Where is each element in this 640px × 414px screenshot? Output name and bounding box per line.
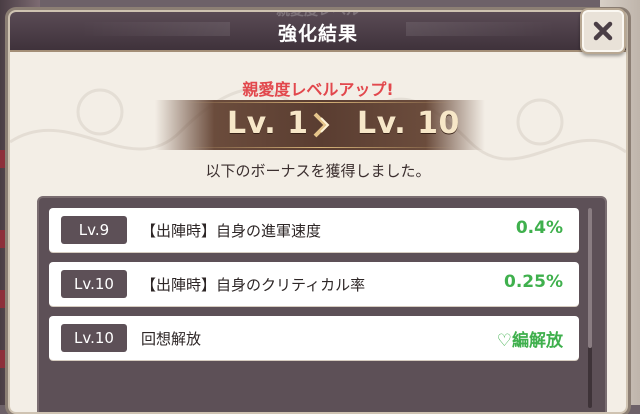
bonus-row: Lv.10 【出陣時】自身のクリティカル率 0.25% — [49, 262, 579, 306]
close-icon — [593, 21, 613, 41]
close-button[interactable] — [580, 8, 626, 54]
level-change-banner: Lv. 1 Lv. 10 — [155, 100, 485, 150]
bonus-level-badge: Lv.9 — [61, 216, 127, 244]
bonus-list[interactable]: Lv.9 【出陣時】自身の進軍速度 0.4% Lv.10 【出陣時】自身のクリテ… — [37, 196, 607, 412]
bonus-description: 【出陣時】自身のクリティカル率 — [141, 276, 366, 294]
arrow-right-icon — [313, 112, 330, 138]
bonus-value: 0.25% — [504, 272, 563, 292]
bonus-value: ♡編解放 — [496, 331, 563, 351]
bonus-value: 0.4% — [515, 218, 563, 238]
bonus-level-badge: Lv.10 — [61, 270, 127, 298]
bonus-description: 回想解放 — [141, 330, 202, 348]
new-level: Lv. 10 — [357, 106, 460, 141]
bonus-row: Lv.10 回想解放 ♡編解放 — [49, 316, 579, 360]
scrollbar-thumb[interactable] — [588, 208, 592, 348]
bonus-level-badge: Lv.10 — [61, 324, 127, 352]
level-up-headline: 親愛度レベルアップ! — [242, 80, 394, 99]
bonus-message: 以下のボーナスを獲得しました。 — [205, 162, 431, 180]
previous-level: Lv. 1 — [227, 106, 309, 141]
bonus-description: 【出陣時】自身の進軍速度 — [141, 222, 322, 240]
enhancement-result-dialog: 親愛度レベル 強化結果 親愛度レベルアップ! Lv. 1 Lv. 10 以下のボ… — [8, 10, 628, 414]
bonus-row: Lv.9 【出陣時】自身の進軍速度 0.4% — [49, 208, 579, 252]
dialog-title: 強化結果 — [277, 23, 358, 45]
dialog-title-bar: 親愛度レベル 強化結果 — [10, 12, 626, 52]
list-scrollbar[interactable] — [588, 208, 592, 408]
